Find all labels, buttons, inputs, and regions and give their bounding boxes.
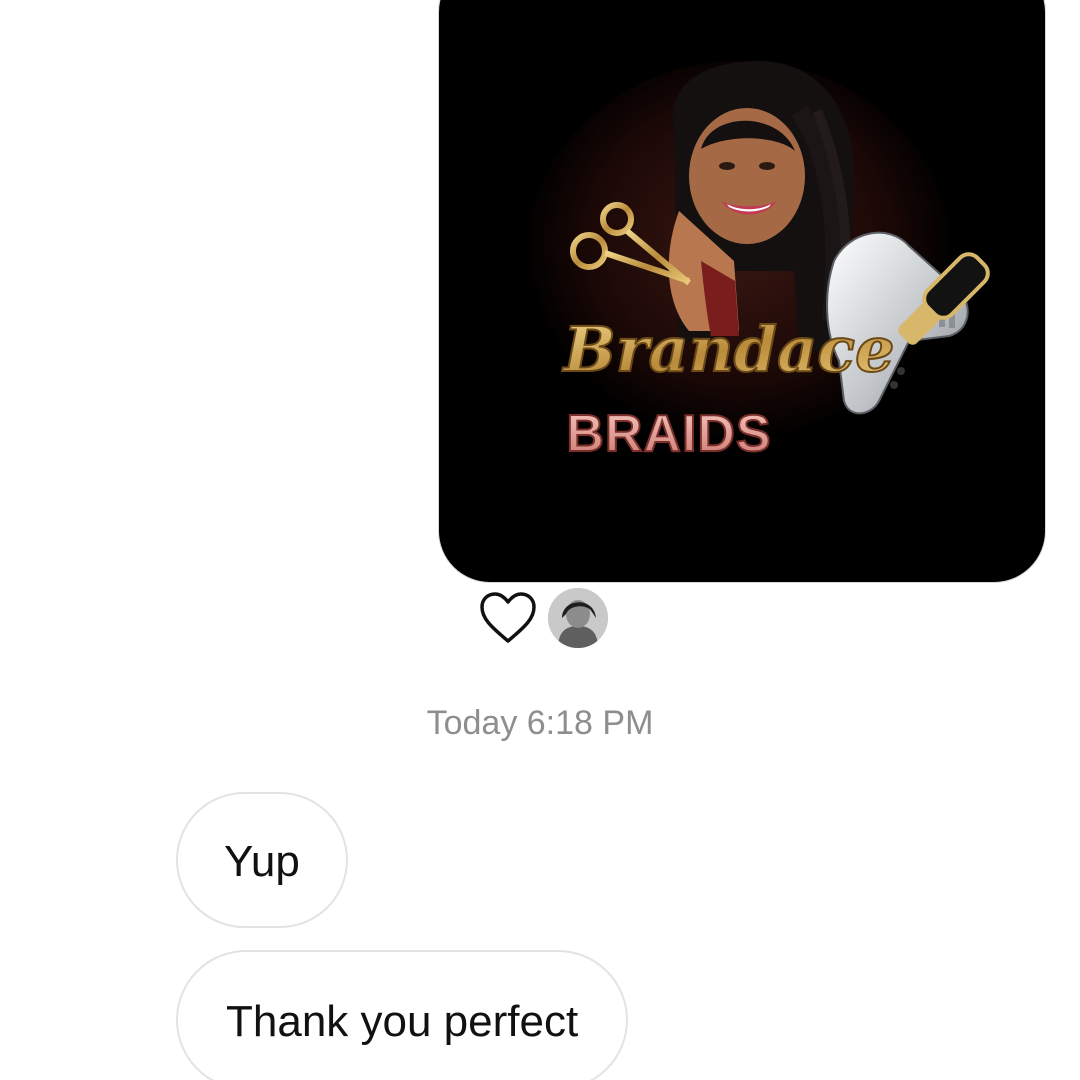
- logo-text-braids: BRAIDS: [566, 405, 771, 463]
- reactor-avatar[interactable]: [548, 588, 608, 648]
- message-bubble[interactable]: Yup: [176, 792, 348, 928]
- message-bubble[interactable]: Thank you perfect: [176, 950, 629, 1080]
- shared-image-message[interactable]: Brandace BRAIDS: [438, 0, 1046, 583]
- message-text: Yup: [224, 837, 300, 886]
- message-reactions: [478, 588, 618, 652]
- message-text: Thank you perfect: [226, 997, 579, 1046]
- dm-conversation: Brandace BRAIDS Today 6:18 PM Yup Thank …: [0, 0, 1080, 1080]
- heart-outline-icon[interactable]: [478, 590, 538, 646]
- logo-text-brandace: Brandace: [561, 313, 894, 386]
- message-timestamp: Today 6:18 PM: [426, 704, 654, 742]
- brandace-braids-logo: Brandace BRAIDS: [524, 61, 990, 464]
